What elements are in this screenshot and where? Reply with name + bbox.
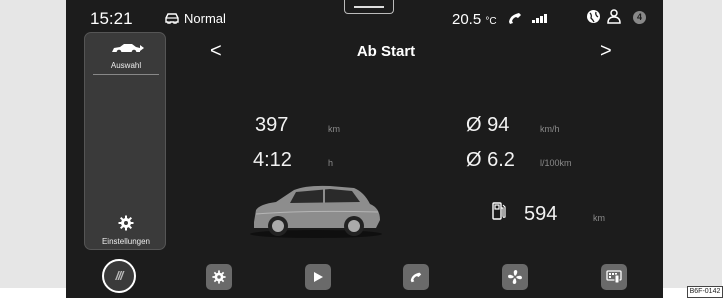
phone-connected-icon (509, 13, 521, 24)
dock-media-button[interactable] (305, 264, 331, 290)
vehicle-image (250, 185, 382, 238)
play-icon (314, 272, 323, 282)
duration-unit: h (328, 158, 334, 168)
home-button[interactable]: /// (102, 259, 136, 293)
car-side-icon (112, 44, 144, 55)
phone-icon (410, 272, 422, 283)
settings-label: Einstellungen (101, 237, 151, 246)
dock-climate-button[interactable] (502, 264, 528, 290)
trip-title: Ab Start (356, 43, 416, 60)
pull-down-handle[interactable] (344, 0, 394, 14)
previous-page-button[interactable]: < (210, 40, 222, 63)
dock-phone-button[interactable] (403, 264, 429, 290)
figure-reference-code: B6F-0142 (687, 286, 723, 298)
temperature-unit: °C (485, 16, 497, 27)
distance-value: 397 (255, 114, 289, 136)
range-value: 594 (524, 203, 558, 225)
gear-icon (118, 215, 134, 231)
signal-strength-icon (532, 14, 547, 23)
fuel-pump-icon (492, 202, 506, 220)
screen-mirror-icon (606, 270, 622, 284)
range-unit: km (593, 213, 605, 223)
globe-icon (587, 10, 600, 23)
vehicle-select-button[interactable] (111, 42, 145, 61)
next-page-button[interactable]: > (600, 40, 612, 63)
drive-mode-label: Normal (184, 11, 226, 26)
infotainment-screen: 15:21 Normal 20.5 °C 4 Auswahl Einstellu… (66, 0, 663, 298)
selection-label: Auswahl (110, 61, 142, 70)
average-speed-unit: km/h (540, 124, 560, 134)
distance-unit: km (328, 124, 340, 134)
average-consumption-value: Ø 6.2 (466, 149, 515, 171)
divider (93, 74, 159, 75)
dock-smartlink-button[interactable] (601, 264, 627, 290)
duration-value: 4:12 (253, 149, 292, 171)
average-speed-value: Ø 94 (466, 114, 510, 136)
clock: 15:21 (90, 9, 133, 28)
user-profile-icon (607, 9, 621, 24)
side-panel: Auswahl Einstellungen (84, 32, 166, 250)
fan-icon (508, 270, 522, 284)
average-consumption-unit: l/100km (540, 158, 572, 168)
car-front-icon (165, 13, 179, 24)
bottom-dock: /// (66, 250, 663, 298)
dock-settings-button[interactable] (206, 264, 232, 290)
notification-badge[interactable]: 4 (633, 11, 646, 24)
drive-mode-indicator[interactable]: Normal (164, 11, 226, 26)
home-icon: /// (115, 269, 123, 283)
gear-icon (212, 270, 226, 284)
settings-button[interactable] (118, 215, 134, 236)
outside-temperature: 20.5 °C (452, 11, 497, 28)
